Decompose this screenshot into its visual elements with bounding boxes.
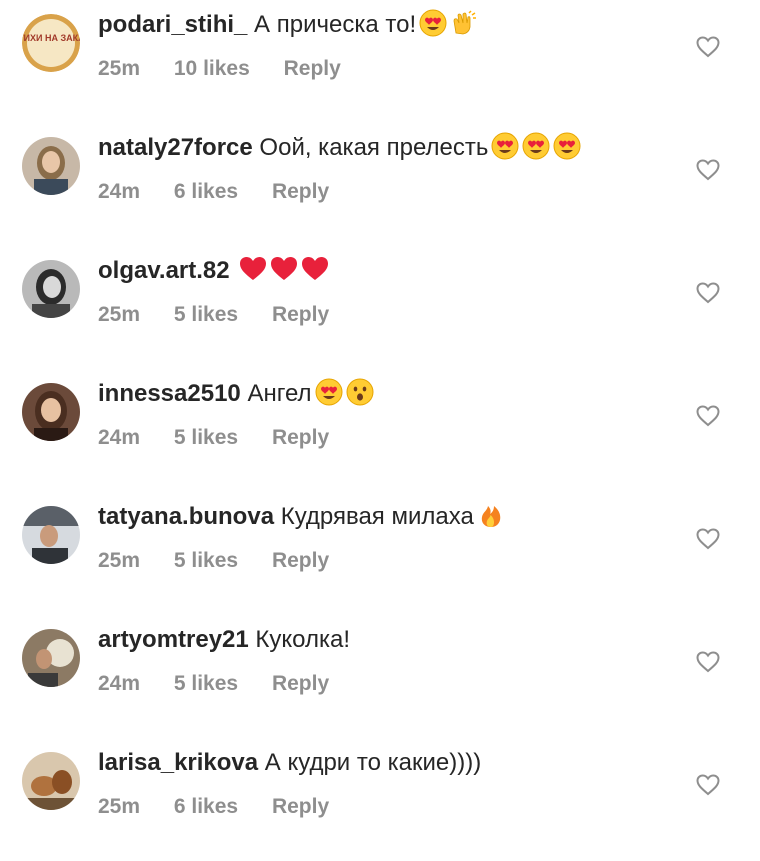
- comment-meta: 25m 5 likes Reply: [98, 546, 357, 576]
- comment-item: innessa2510 Ангел 24m 5 likes Reply: [0, 369, 760, 492]
- reply-button[interactable]: Reply: [284, 57, 341, 80]
- comment-meta: 25m 5 likes Reply: [98, 300, 357, 330]
- avatar[interactable]: [22, 506, 80, 564]
- comment-username[interactable]: artyomtrey21: [98, 626, 249, 653]
- like-heart-icon[interactable]: [696, 159, 720, 181]
- comment-likes-count[interactable]: 6 likes: [174, 795, 238, 818]
- heart-eyes-emoji-icon: [315, 378, 343, 406]
- heart-eyes-emoji-icon: [522, 132, 550, 160]
- comment-text: А кудри то какие)))): [264, 749, 482, 776]
- comment-likes-count[interactable]: 5 likes: [174, 303, 238, 326]
- comment-timestamp: 24m: [98, 180, 141, 203]
- comment-timestamp: 25m: [98, 57, 141, 80]
- comment-text: А прическа то!: [254, 11, 417, 38]
- comment-username[interactable]: innessa2510: [98, 380, 241, 407]
- comment-item: tatyana.bunova Кудрявая милаха 25m 5 lik…: [0, 492, 760, 615]
- avatar[interactable]: [22, 752, 80, 810]
- comment-item: nataly27force Оой, какая прелесть 24m 6 …: [0, 123, 760, 246]
- avatar[interactable]: [22, 629, 80, 687]
- comment-username[interactable]: nataly27force: [98, 134, 253, 161]
- red-heart-emoji-icon: [301, 255, 329, 283]
- comment-line: tatyana.bunova Кудрявая милаха: [98, 500, 505, 534]
- like-heart-icon[interactable]: [696, 651, 720, 673]
- heart-eyes-emoji-icon: [553, 132, 581, 160]
- like-heart-icon[interactable]: [696, 405, 720, 427]
- comment-username[interactable]: podari_stihi_: [98, 11, 247, 38]
- comment-item: artyomtrey21 Куколка! 24m 5 likes Reply: [0, 615, 760, 738]
- reply-button[interactable]: Reply: [272, 795, 329, 818]
- comments-list: СТИХИ НА ЗАКАЗ podari_stihi_ А прическа …: [0, 0, 760, 833]
- avatar[interactable]: СТИХИ НА ЗАКАЗ: [22, 14, 80, 72]
- comment-meta: 24m 6 likes Reply: [98, 177, 357, 207]
- comment-meta: 25m 6 likes Reply: [98, 792, 357, 822]
- comment-text: Оой, какая прелесть: [259, 134, 489, 161]
- comment-text: Ангел: [247, 380, 312, 407]
- comment-text: Куколка!: [255, 626, 351, 653]
- comment-item: olgav.art.82 25m 5 likes Reply: [0, 246, 760, 369]
- fire-emoji-icon: [477, 501, 505, 529]
- comment-text: Кудрявая милаха: [280, 503, 474, 530]
- comment-item: СТИХИ НА ЗАКАЗ podari_stihi_ А прическа …: [0, 0, 760, 123]
- comment-meta: 25m 10 likes Reply: [98, 54, 369, 84]
- comment-timestamp: 25m: [98, 549, 141, 572]
- comment-line: nataly27force Оой, какая прелесть: [98, 131, 581, 165]
- comment-likes-count[interactable]: 5 likes: [174, 672, 238, 695]
- avatar[interactable]: [22, 137, 80, 195]
- avatar-logo-text-1: СТИХИ НА ЗАКАЗ: [22, 33, 80, 43]
- avatar[interactable]: [22, 383, 80, 441]
- comment-meta: 24m 5 likes Reply: [98, 423, 357, 453]
- comment-item: larisa_krikova А кудри то какие)))) 25m …: [0, 738, 760, 861]
- reply-button[interactable]: Reply: [272, 303, 329, 326]
- comment-likes-count[interactable]: 10 likes: [174, 57, 250, 80]
- like-heart-icon[interactable]: [696, 528, 720, 550]
- comment-likes-count[interactable]: 5 likes: [174, 549, 238, 572]
- comment-username[interactable]: larisa_krikova: [98, 749, 258, 776]
- comment-line: podari_stihi_ А прическа то!: [98, 8, 478, 42]
- clapping-hands-emoji-icon: [450, 9, 478, 37]
- like-heart-icon[interactable]: [696, 36, 720, 58]
- comment-timestamp: 24m: [98, 426, 141, 449]
- reply-button[interactable]: Reply: [272, 549, 329, 572]
- comment-timestamp: 24m: [98, 672, 141, 695]
- comment-meta: 24m 5 likes Reply: [98, 669, 357, 699]
- red-heart-emoji-icon: [239, 255, 267, 283]
- like-heart-icon[interactable]: [696, 282, 720, 304]
- reply-button[interactable]: Reply: [272, 180, 329, 203]
- comment-line: artyomtrey21 Куколка!: [98, 623, 350, 657]
- avatar[interactable]: [22, 260, 80, 318]
- comment-username[interactable]: tatyana.bunova: [98, 503, 274, 530]
- comment-line: larisa_krikova А кудри то какие)))): [98, 746, 481, 780]
- heart-eyes-emoji-icon: [491, 132, 519, 160]
- comment-line: innessa2510 Ангел: [98, 377, 374, 411]
- comment-likes-count[interactable]: 5 likes: [174, 426, 238, 449]
- comment-username[interactable]: olgav.art.82: [98, 257, 230, 284]
- heart-eyes-emoji-icon: [419, 9, 447, 37]
- reply-button[interactable]: Reply: [272, 672, 329, 695]
- red-heart-emoji-icon: [270, 255, 298, 283]
- comment-line: olgav.art.82: [98, 254, 329, 288]
- surprised-face-emoji-icon: [346, 378, 374, 406]
- like-heart-icon[interactable]: [696, 774, 720, 796]
- comment-likes-count[interactable]: 6 likes: [174, 180, 238, 203]
- comment-timestamp: 25m: [98, 303, 141, 326]
- comment-timestamp: 25m: [98, 795, 141, 818]
- reply-button[interactable]: Reply: [272, 426, 329, 449]
